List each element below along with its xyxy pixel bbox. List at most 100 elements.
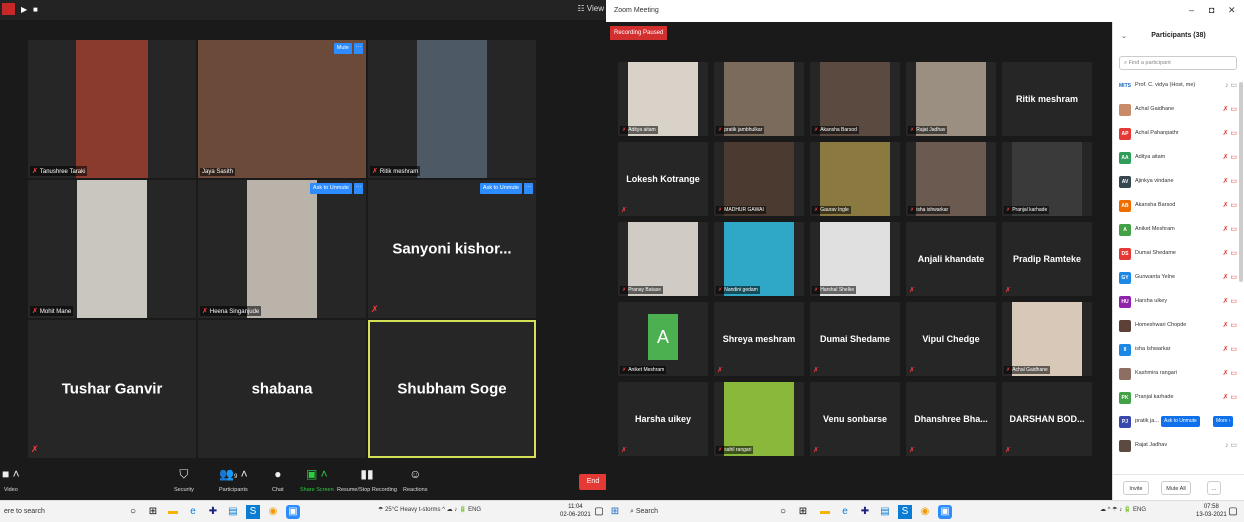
video-tile[interactable]: ✗ sahil rangari: [714, 382, 804, 456]
zoom-icon[interactable]: ▣: [938, 505, 952, 519]
participant-search-input[interactable]: ⌕ Find a participant: [1119, 56, 1237, 70]
participant-row[interactable]: II isha Ishwarkar ✗ ▭: [1119, 342, 1241, 358]
video-tile[interactable]: ✗ MADHUR GAWAI: [714, 142, 804, 216]
mic-muted-icon[interactable]: ✗ ▭: [1223, 321, 1237, 329]
system-tray[interactable]: ☁ ^ ☂ ♪ 🔋 ENG: [1100, 506, 1146, 513]
video-tile[interactable]: Ask to Unmute ··· ✗ Heena Singanjude: [198, 180, 366, 318]
participant-row[interactable]: DS Dumai Shedame ✗ ▭: [1119, 246, 1241, 262]
ask-to-unmute-button[interactable]: Ask to Unmute: [309, 183, 352, 194]
name-tile[interactable]: Dumai Shedame ✗: [810, 302, 900, 376]
participant-row[interactable]: GY Gunwanta Yelne ✗ ▭: [1119, 270, 1241, 286]
clock[interactable]: 07:58 13-03-2021: [1196, 503, 1227, 519]
play-icon[interactable]: ▶: [21, 5, 27, 14]
name-tile[interactable]: Tushar Ganvir ✗: [28, 320, 196, 458]
video-tile[interactable]: A ✗ Aniket Meshram: [618, 302, 708, 376]
edge-icon[interactable]: e: [186, 505, 200, 519]
participant-row[interactable]: A Aniket Meshram ✗ ▭: [1119, 222, 1241, 238]
video-tile[interactable]: ✗ pratik jambhulkar: [714, 62, 804, 136]
file-explorer-icon[interactable]: ▬: [166, 505, 180, 519]
mic-muted-icon[interactable]: ✗ ▭: [1223, 129, 1237, 137]
clock[interactable]: 11:04 02-06-2021: [560, 503, 591, 519]
share-screen-button[interactable]: ▣ ˄ Share Screen: [300, 467, 334, 493]
video-tile[interactable]: ✗ Rajat Jadhav: [906, 62, 996, 136]
mic-icon[interactable]: ♪ ▭: [1225, 81, 1237, 89]
chrome-icon[interactable]: ◉: [266, 505, 280, 519]
cortana-icon[interactable]: ○: [126, 505, 140, 519]
video-tile[interactable]: ✗ Aditya aitam: [618, 62, 708, 136]
ask-to-unmute-button[interactable]: Ask to Unmute: [479, 183, 522, 194]
zoom-icon[interactable]: ▣: [286, 505, 300, 519]
more-button[interactable]: More ›: [1213, 416, 1234, 427]
more-options-button[interactable]: ···: [524, 183, 533, 194]
video-button[interactable]: ■ ˄ Video: [2, 467, 20, 493]
mic-muted-icon[interactable]: ✗ ▭: [1223, 153, 1237, 161]
store-icon[interactable]: ▤: [226, 505, 240, 519]
name-tile[interactable]: Ritik meshram: [1002, 62, 1092, 136]
video-tile[interactable]: Mute ··· Jaya Sasith: [198, 40, 366, 178]
participant-row[interactable]: AV Ajinkya vindane ✗ ▭: [1119, 174, 1241, 190]
mute-button[interactable]: Mute: [333, 43, 352, 54]
ask-to-unmute-button[interactable]: Ask to Unmute: [1161, 416, 1200, 427]
video-tile[interactable]: ✗ Tanushree Taraki: [28, 40, 196, 178]
participant-row[interactable]: AB Akansha Barsod ✗ ▭: [1119, 198, 1241, 214]
video-tile[interactable]: ✗ Nandini gedam: [714, 222, 804, 296]
mic-muted-icon[interactable]: ✗ ▭: [1223, 249, 1237, 257]
participant-row[interactable]: Achal Gaidhane ✗ ▭: [1119, 102, 1241, 118]
more-button[interactable]: ...: [1207, 481, 1221, 495]
app-icon[interactable]: S: [246, 505, 260, 519]
name-tile[interactable]: Dhanshree Bha... ✗: [906, 382, 996, 456]
stop-icon[interactable]: ■: [33, 5, 38, 14]
weather-status[interactable]: ☂ 25°C Heavy t-storms ^ ☁ ♪ 🔋 ENG: [378, 506, 481, 513]
app-icon[interactable]: ✚: [858, 505, 872, 519]
edge-icon[interactable]: e: [838, 505, 852, 519]
mute-all-button[interactable]: Mute All: [1161, 481, 1191, 495]
video-tile[interactable]: ✗ Ritik meshram: [368, 40, 536, 178]
name-tile[interactable]: Anjali khandate ✗: [906, 222, 996, 296]
cortana-icon[interactable]: ○: [776, 505, 790, 519]
participant-row[interactable]: PK Pranjal karhade ✗ ▭: [1119, 390, 1241, 406]
video-tile[interactable]: ✗ Pranjal karhade: [1002, 142, 1092, 216]
taskbar-search-box[interactable]: ⌕ Search: [630, 501, 658, 522]
task-view-icon[interactable]: ⊞: [796, 505, 810, 519]
restore-icon[interactable]: ◘: [1209, 5, 1214, 15]
participant-row[interactable]: Homeshwari Chopde ✗ ▭: [1119, 318, 1241, 334]
more-options-button[interactable]: ···: [354, 183, 363, 194]
participant-row[interactable]: Kashmira rangari ✗ ▭: [1119, 366, 1241, 382]
file-explorer-icon[interactable]: ▬: [818, 505, 832, 519]
participant-row[interactable]: MITS Prof. C. vidya (Host, me) ♪ ▭: [1119, 78, 1241, 94]
name-tile[interactable]: Ask to Unmute ··· Sanyoni kishor... ✗: [368, 180, 536, 318]
name-tile[interactable]: DARSHAN BOD... ✗: [1002, 382, 1092, 456]
more-options-button[interactable]: ···: [354, 43, 363, 54]
minimize-icon[interactable]: –: [1189, 5, 1194, 15]
name-tile[interactable]: Lokesh Kotrange ✗: [618, 142, 708, 216]
participants-scrollbar[interactable]: [1239, 82, 1243, 282]
mic-muted-icon[interactable]: ✗ ▭: [1223, 105, 1237, 113]
mic-muted-icon[interactable]: ✗ ▭: [1223, 201, 1237, 209]
participant-row[interactable]: Rajat Jadhav ♪ ▭: [1119, 438, 1241, 454]
name-tile[interactable]: Vipul Chedge ✗: [906, 302, 996, 376]
taskbar-search-box[interactable]: ere to search: [4, 501, 45, 522]
participant-row[interactable]: PJ pratik ja... Ask to Unmute More ›: [1119, 414, 1241, 430]
end-meeting-button[interactable]: End: [579, 474, 607, 490]
participant-row[interactable]: HU Harsha uikey ✗ ▭: [1119, 294, 1241, 310]
close-icon[interactable]: ✕: [1228, 5, 1236, 16]
notifications-icon[interactable]: ▢: [592, 505, 606, 519]
video-tile[interactable]: ✗ Pranay Batase: [618, 222, 708, 296]
chat-button[interactable]: ● Chat: [272, 467, 284, 493]
name-tile[interactable]: Pradip Ramteke ✗: [1002, 222, 1092, 296]
store-icon[interactable]: ▤: [878, 505, 892, 519]
mic-muted-icon[interactable]: ✗ ▭: [1223, 345, 1237, 353]
task-view-icon[interactable]: ⊞: [146, 505, 160, 519]
security-button[interactable]: ⛉ Security: [174, 467, 194, 493]
invite-button[interactable]: Invite: [1123, 481, 1149, 495]
mic-muted-icon[interactable]: ✗ ▭: [1223, 297, 1237, 305]
mic-muted-icon[interactable]: ✗ ▭: [1223, 225, 1237, 233]
notifications-icon[interactable]: ▢: [1226, 505, 1240, 519]
app-icon[interactable]: S: [898, 505, 912, 519]
name-tile[interactable]: Harsha uikey ✗: [618, 382, 708, 456]
reactions-button[interactable]: ☺ Reactions: [403, 467, 427, 493]
video-tile[interactable]: ✗ Gaurav Ingle: [810, 142, 900, 216]
mic-muted-icon[interactable]: ✗ ▭: [1223, 273, 1237, 281]
video-tile[interactable]: ✗ Mohit Mane: [28, 180, 196, 318]
mic-muted-icon[interactable]: ✗ ▭: [1223, 177, 1237, 185]
